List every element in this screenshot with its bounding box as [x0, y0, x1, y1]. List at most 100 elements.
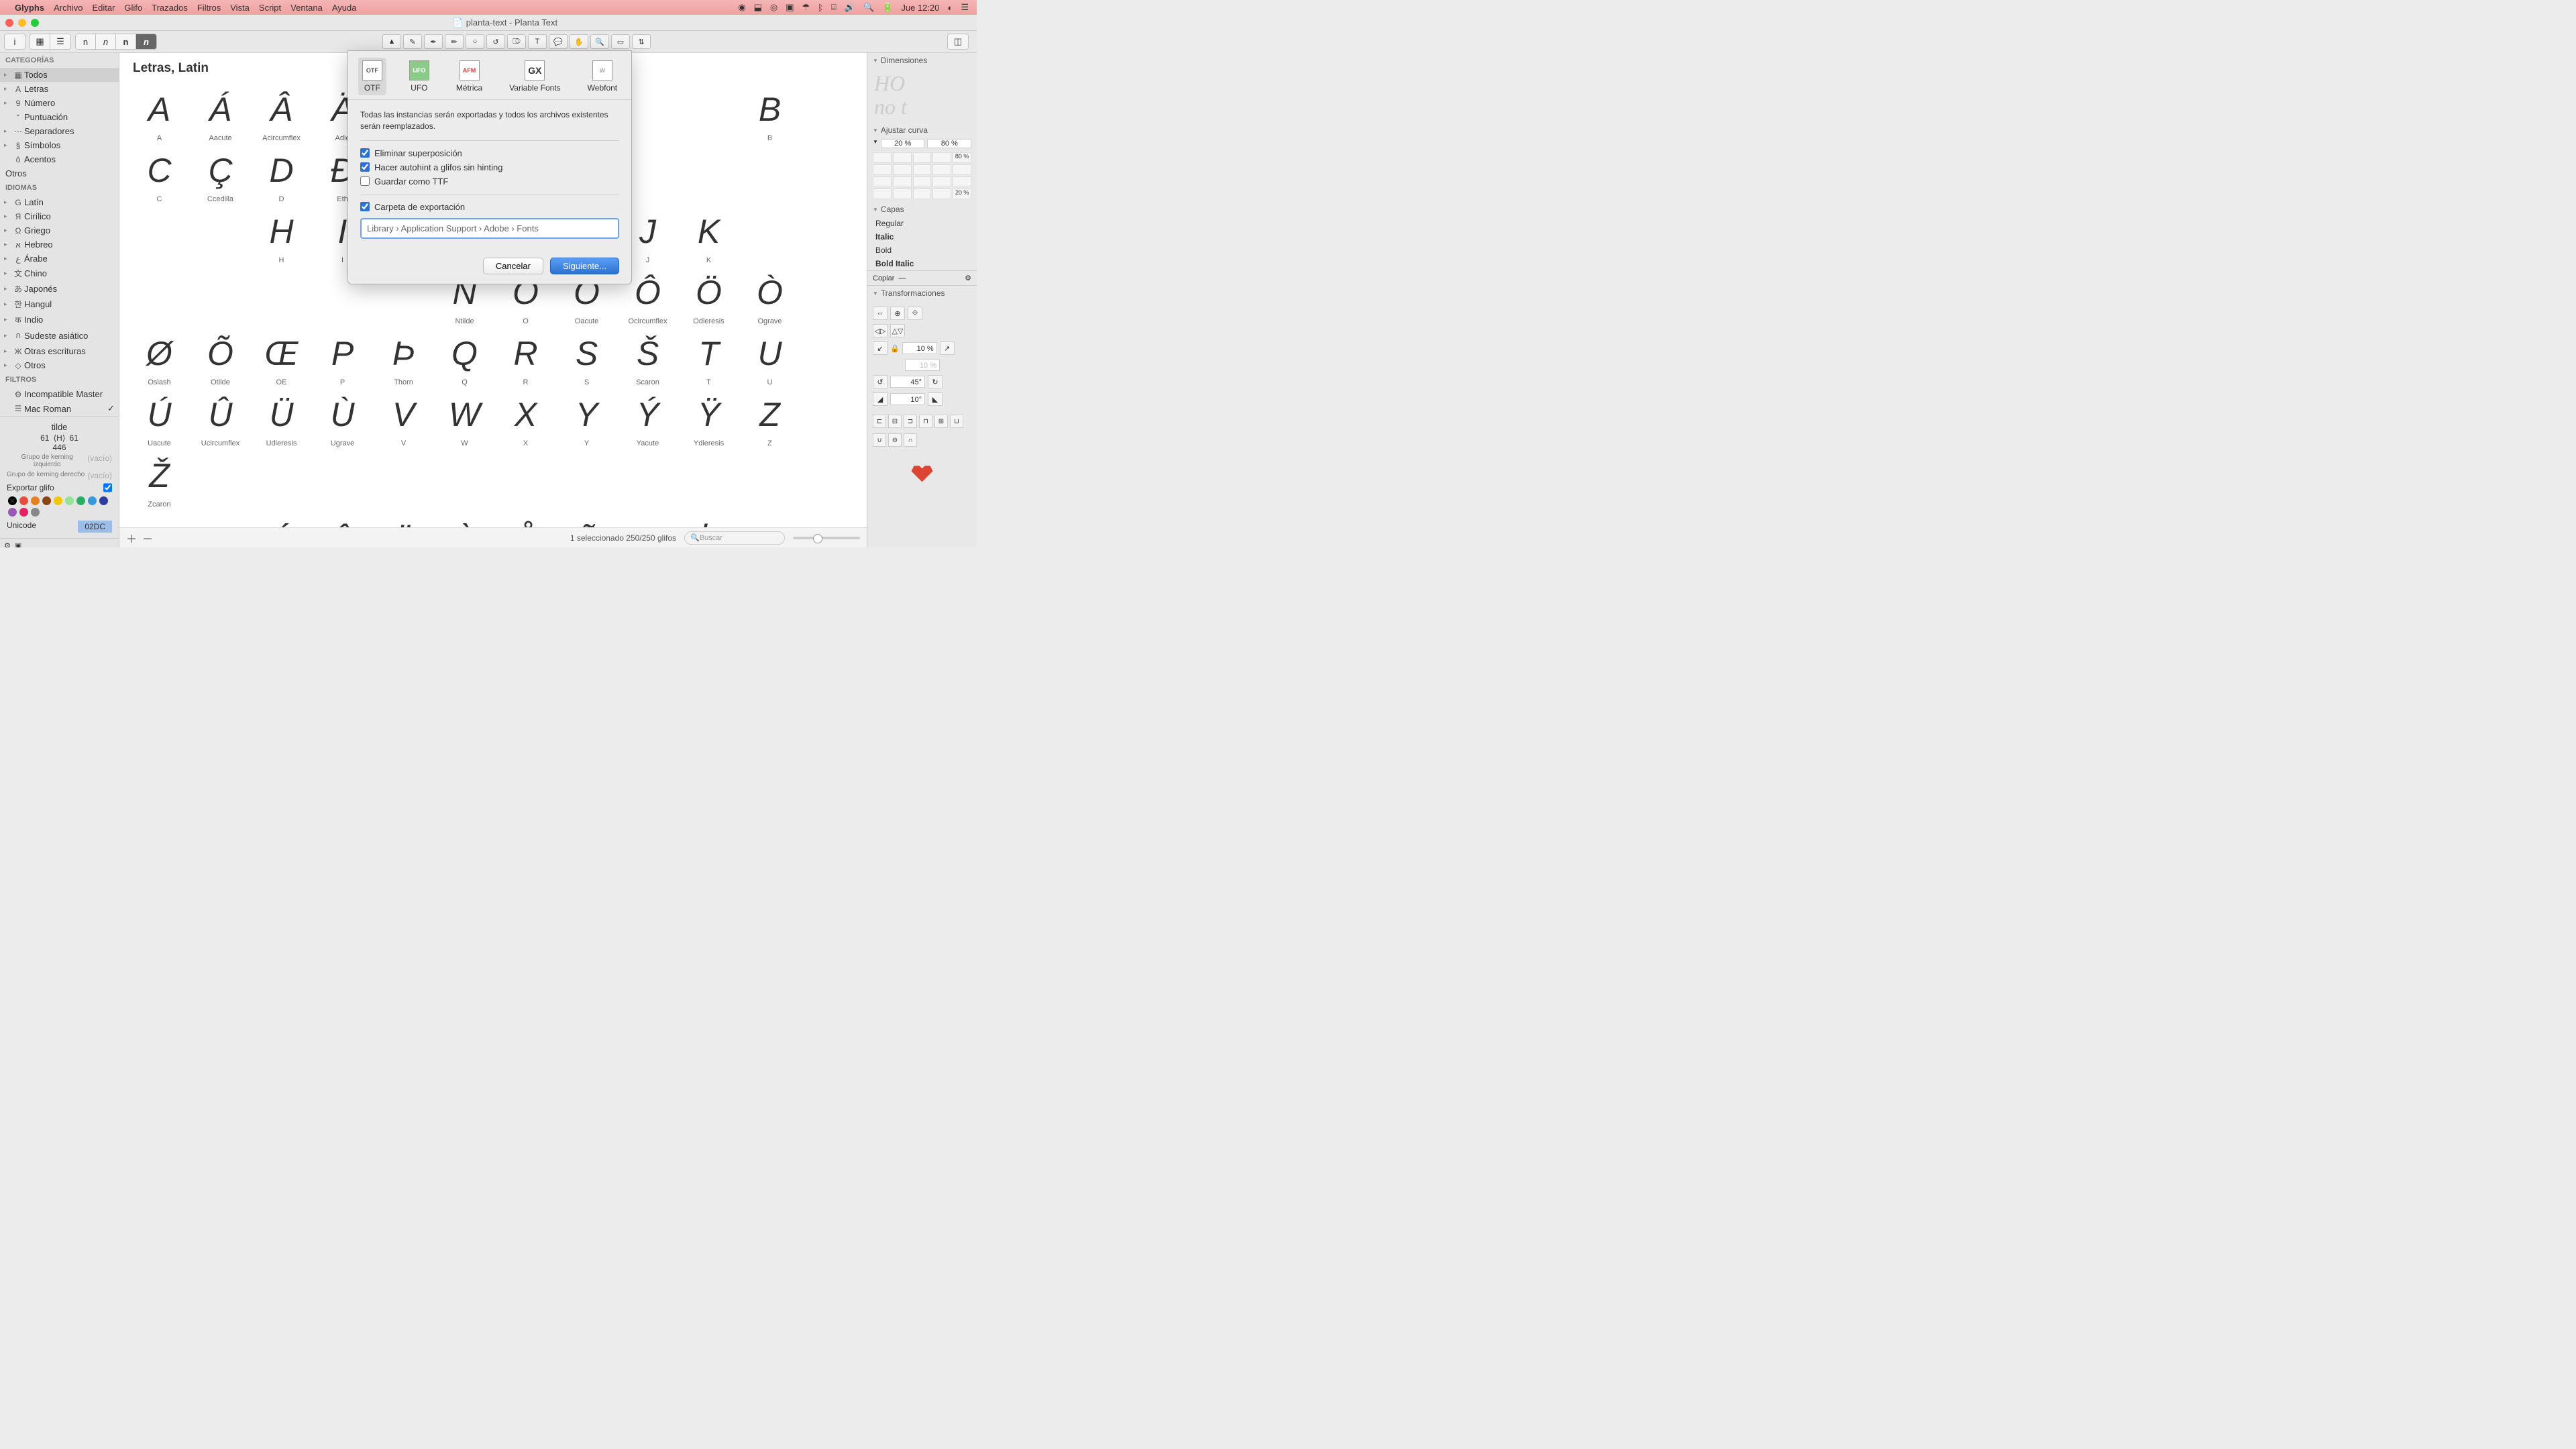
menu-script[interactable]: Script	[259, 3, 281, 13]
align-right-icon[interactable]: ⊐	[904, 415, 917, 428]
status-volume-icon[interactable]: 🔊	[845, 2, 855, 13]
measure-tool[interactable]: ▭	[611, 34, 630, 49]
origin-icon[interactable]: ⊕	[890, 307, 905, 320]
glyph-cell[interactable]: SS	[556, 328, 617, 389]
filter-macroman[interactable]: ☰Mac Roman✓	[0, 401, 119, 416]
color-red[interactable]	[19, 496, 28, 505]
glyph-cell[interactable]: HH	[251, 206, 312, 267]
glyph-cell[interactable]: ÙUgrave	[312, 389, 373, 450]
transforms-header[interactable]: Transformaciones	[867, 286, 977, 301]
angle-field[interactable]: 45°	[890, 376, 925, 388]
menu-trazados[interactable]: Trazados	[152, 3, 188, 13]
scale-down-icon[interactable]: ↙	[873, 341, 888, 355]
color-gray[interactable]	[31, 508, 40, 517]
layer-bolditalic[interactable]: Bold Italic	[867, 257, 977, 270]
app-menu[interactable]: Glyphs	[15, 3, 44, 13]
save-ttf-checkbox[interactable]: Guardar como TTF	[360, 174, 619, 189]
cat-todos[interactable]: ▸▦Todos	[0, 68, 119, 82]
glyph-cell[interactable]	[617, 450, 678, 511]
lang-otros[interactable]: ▸◇Otros	[0, 358, 119, 372]
curve-pct-d[interactable]: 20 %	[953, 189, 971, 199]
search-field[interactable]: 🔍 Buscar	[684, 531, 785, 545]
angle2-field[interactable]: 10°	[890, 393, 925, 405]
glyph-cell[interactable]: ÁAacute	[190, 84, 251, 145]
glyph-cell[interactable]	[190, 267, 251, 328]
window-minimize-button[interactable]	[18, 19, 26, 27]
tab-webfont[interactable]: WWebfont	[584, 58, 621, 95]
glyph-cell[interactable]: ÒOgrave	[739, 267, 800, 328]
autohint-checkbox[interactable]: Hacer autohint a glifos sin hinting	[360, 160, 619, 174]
rotate-tool[interactable]: ↺	[486, 34, 505, 49]
glyph-cell[interactable]	[190, 206, 251, 267]
settings-icon[interactable]: ⚙	[4, 541, 11, 547]
layer-bold[interactable]: Bold	[867, 244, 977, 257]
glyph-cell[interactable]: VV	[373, 389, 434, 450]
draw-tool[interactable]: ✎	[403, 34, 422, 49]
menu-editar[interactable]: Editar	[92, 3, 115, 13]
glyph-cell[interactable]	[678, 450, 739, 511]
glyph-cell[interactable]: PP	[312, 328, 373, 389]
align-icon[interactable]: ⟐	[908, 307, 922, 320]
window-close-button[interactable]	[5, 19, 13, 27]
pen-tool[interactable]: ✒	[424, 34, 443, 49]
glyph-cell[interactable]: ŠScaron	[617, 328, 678, 389]
cat-puntuacion[interactable]: “Puntuación	[0, 110, 119, 124]
color-lightblue[interactable]	[88, 496, 97, 505]
knife-tool[interactable]: ⎄	[507, 34, 526, 49]
lang-otras[interactable]: ▸ЖOtras escrituras	[0, 344, 119, 358]
glyph-cell[interactable]	[678, 84, 739, 145]
lang-hangul[interactable]: ▸한Hangul	[0, 297, 119, 312]
status-umbrella-icon[interactable]: ☂	[802, 2, 810, 13]
glyph-cell[interactable]	[739, 450, 800, 511]
glyph-cell[interactable]: ŒOE	[251, 328, 312, 389]
tab-metrica[interactable]: AFMMétrica	[452, 58, 486, 95]
status-search-icon[interactable]: 🔍	[863, 2, 874, 13]
menu-filtros[interactable]: Filtros	[197, 3, 221, 13]
glyph-cell[interactable]: AA	[129, 84, 190, 145]
copy-layer-button[interactable]: Copiar	[873, 274, 894, 282]
hand-tool[interactable]: ✋	[570, 34, 588, 49]
glyph-cell[interactable]: TT	[678, 328, 739, 389]
glyph-cell[interactable]: YY	[556, 389, 617, 450]
scale2-field[interactable]: 10 %	[905, 359, 940, 371]
status-menu-icon[interactable]: ☰	[961, 2, 969, 13]
curve-pct-c[interactable]: 80 %	[953, 152, 971, 163]
flip-v-icon[interactable]: △▽	[890, 324, 905, 337]
color-purple[interactable]	[8, 508, 17, 517]
menu-vista[interactable]: Vista	[230, 3, 250, 13]
glyph-cell[interactable]	[434, 450, 495, 511]
view-list-button[interactable]: ☰	[50, 34, 70, 49]
info-button[interactable]: i	[5, 34, 25, 49]
glyph-cell[interactable]	[129, 267, 190, 328]
glyph-cell[interactable]: ÂAcircumflex	[251, 84, 312, 145]
rotate-ccw-icon[interactable]: ↺	[873, 375, 888, 388]
glyph-cell[interactable]: ÞThorn	[373, 328, 434, 389]
lock-icon[interactable]: 🔒	[890, 344, 900, 353]
layer-italic[interactable]: Italic	[867, 230, 977, 244]
layer-regular[interactable]: Regular	[867, 217, 977, 230]
status-record-icon[interactable]: ◉	[738, 2, 745, 13]
glyph-cell[interactable]	[373, 450, 434, 511]
flip-h-icon[interactable]: ◁▷	[873, 324, 888, 337]
curve-b-field[interactable]: 80 %	[927, 139, 971, 148]
status-clock[interactable]: Jue 12:20	[901, 3, 939, 13]
select-tool[interactable]: ▲	[382, 34, 401, 49]
cat-separadores[interactable]: ▸⋯Separadores	[0, 124, 119, 138]
glyph-cell[interactable]: ÕOtilde	[190, 328, 251, 389]
glyph-cell[interactable]	[129, 206, 190, 267]
glyph-cell[interactable]: ÝYacute	[617, 389, 678, 450]
scale-field[interactable]: 10 %	[902, 342, 937, 354]
status-battery-icon[interactable]: 🔋	[882, 2, 893, 13]
panel-icon[interactable]: ▣	[15, 541, 21, 547]
zoom-slider[interactable]	[793, 537, 860, 539]
fit-curve-header[interactable]: Ajustar curva	[867, 123, 977, 138]
remove-glyph-button[interactable]: －	[142, 530, 153, 546]
align-center-h-icon[interactable]: ⊟	[888, 415, 902, 428]
align-middle-icon[interactable]: ⊞	[934, 415, 948, 428]
glyph-cell[interactable]: UU	[739, 328, 800, 389]
glyph-cell[interactable]: DD	[251, 145, 312, 206]
glyph-cell[interactable]	[495, 450, 556, 511]
menu-ayuda[interactable]: Ayuda	[332, 3, 357, 13]
zoom-tool[interactable]: 🔍	[590, 34, 609, 49]
status-bluetooth-icon[interactable]: ᛒ	[818, 3, 823, 13]
